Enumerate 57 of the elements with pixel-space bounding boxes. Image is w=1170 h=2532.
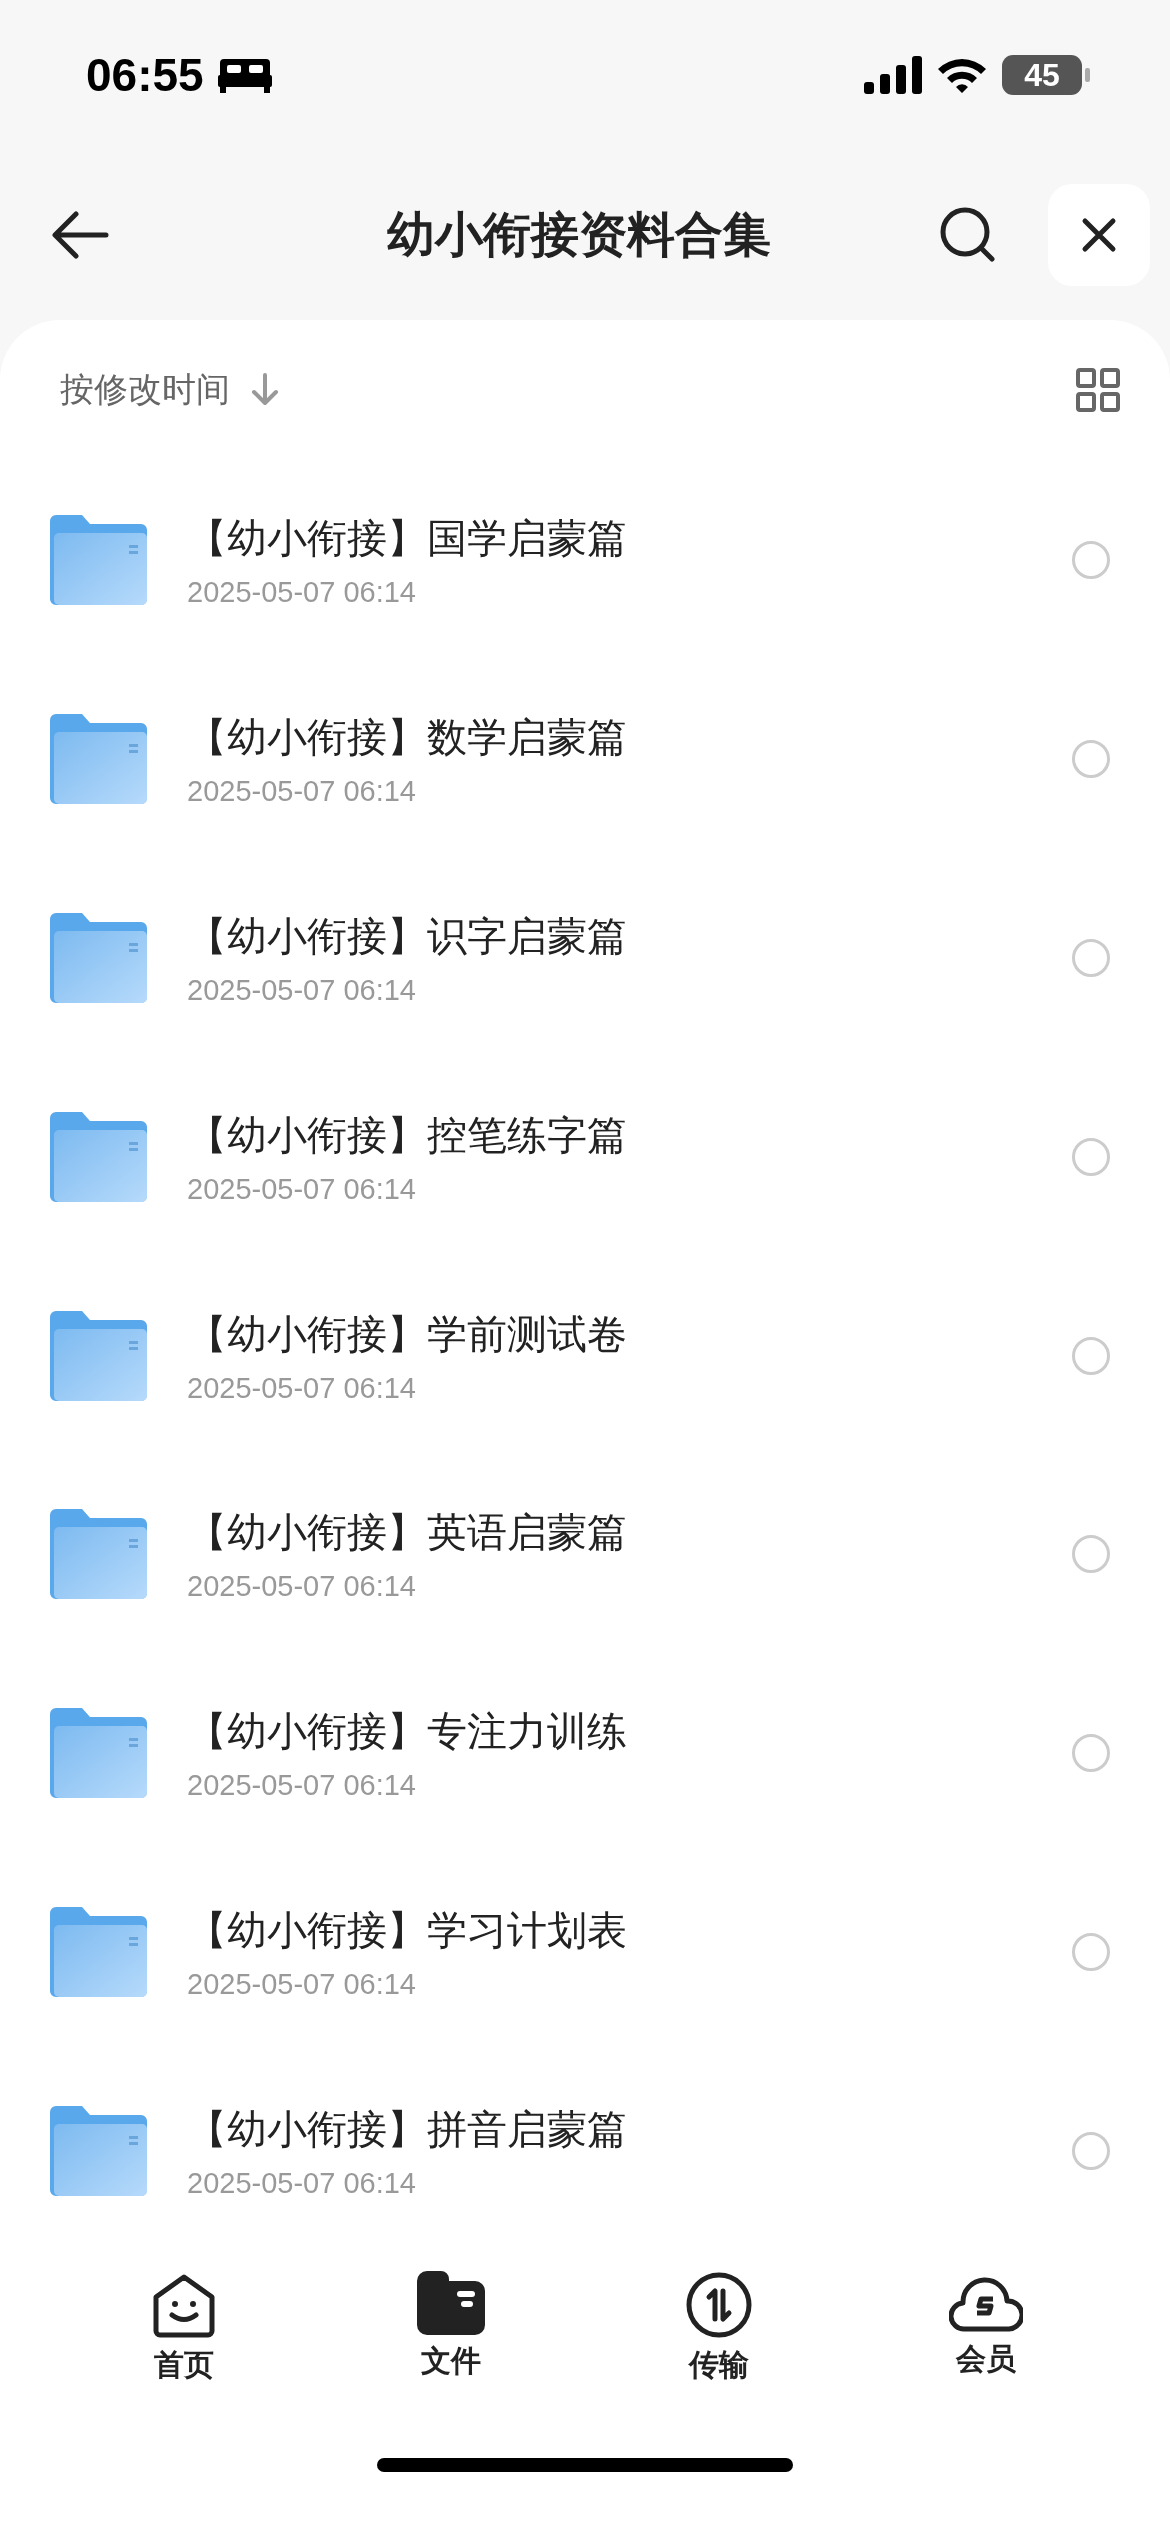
- folder-icon: [50, 1907, 147, 1998]
- folder-name[interactable]: 【幼小衔接】识字启蒙篇: [187, 908, 1072, 964]
- select-checkbox[interactable]: [1072, 1336, 1110, 1375]
- modified-date: 2025-05-07 06:14: [187, 575, 417, 609]
- folder-name[interactable]: 【幼小衔接】数学启蒙篇: [187, 709, 1072, 765]
- sort-button[interactable]: 按修改时间: [60, 367, 280, 413]
- folder-icon: [50, 2106, 147, 2197]
- select-checkbox[interactable]: [1072, 1933, 1110, 1972]
- folder-icon: [50, 912, 147, 1003]
- modified-date: 2025-05-07 06:14: [187, 973, 417, 1007]
- folder-name[interactable]: 【幼小衔接】学前测试卷: [187, 1306, 1072, 1362]
- grid-icon: [1076, 368, 1120, 412]
- modified-date: 2025-05-07 06:14: [187, 1172, 417, 1206]
- battery-cap-icon: [1085, 68, 1090, 82]
- modified-date: 2025-05-07 06:14: [187, 1371, 417, 1405]
- folder-icon: [50, 1111, 147, 1202]
- modified-date: 2025-05-07 06:14: [187, 1570, 417, 1604]
- modified-date: 2025-05-07 06:14: [187, 774, 417, 808]
- tab-bar-item[interactable]: 文件: [371, 2251, 532, 2422]
- wifi-icon: [936, 56, 988, 94]
- close-icon: [1081, 217, 1117, 253]
- signal-icon: [864, 56, 922, 94]
- select-checkbox[interactable]: [1072, 2132, 1110, 2171]
- folder-icon: [50, 1708, 147, 1799]
- folder-icon: [50, 1509, 147, 1600]
- folder-name[interactable]: 【幼小衔接】专注力训练: [187, 1704, 1072, 1760]
- folder-name[interactable]: 【幼小衔接】国学启蒙篇: [187, 510, 1072, 566]
- modified-date: 2025-05-07 06:14: [187, 2167, 417, 2201]
- status-time: 06:55: [86, 48, 204, 102]
- tab-bar-item[interactable]: 会员: [906, 2251, 1067, 2422]
- folder-icon: [50, 713, 147, 804]
- folder-name[interactable]: 【幼小衔接】控笔练字篇: [187, 1107, 1072, 1163]
- grid-view-button[interactable]: [1076, 368, 1120, 412]
- back-arrow-icon: [50, 210, 110, 260]
- folder-icon: [50, 1310, 147, 1401]
- tab-bar-item[interactable]: 传输: [638, 2251, 799, 2422]
- search-button[interactable]: [938, 205, 998, 265]
- select-checkbox[interactable]: [1072, 540, 1110, 579]
- tab-bar-item[interactable]: 首页: [103, 2251, 264, 2422]
- select-checkbox[interactable]: [1072, 1137, 1110, 1176]
- page-title: 幼小衔接资料合集: [386, 205, 772, 264]
- select-checkbox[interactable]: [1072, 1535, 1110, 1574]
- modified-date: 2025-05-07 06:14: [187, 1769, 417, 1803]
- folder-name[interactable]: 【幼小衔接】学习计划表: [187, 1903, 1072, 1959]
- search-icon: [938, 205, 998, 265]
- select-checkbox[interactable]: [1072, 739, 1110, 778]
- back-button[interactable]: [50, 210, 110, 260]
- bed-icon: [217, 57, 272, 93]
- folder-icon: [50, 514, 147, 605]
- arrow-down-icon: [250, 373, 280, 407]
- modified-date: 2025-05-07 06:14: [187, 1968, 417, 2002]
- folder-name[interactable]: 【幼小衔接】拼音启蒙篇: [187, 2102, 1072, 2158]
- select-checkbox[interactable]: [1072, 1734, 1110, 1773]
- select-checkbox[interactable]: [1072, 938, 1110, 977]
- close-button[interactable]: [1048, 184, 1150, 286]
- battery-icon: 45: [1002, 55, 1082, 95]
- folder-name[interactable]: 【幼小衔接】英语启蒙篇: [187, 1505, 1072, 1561]
